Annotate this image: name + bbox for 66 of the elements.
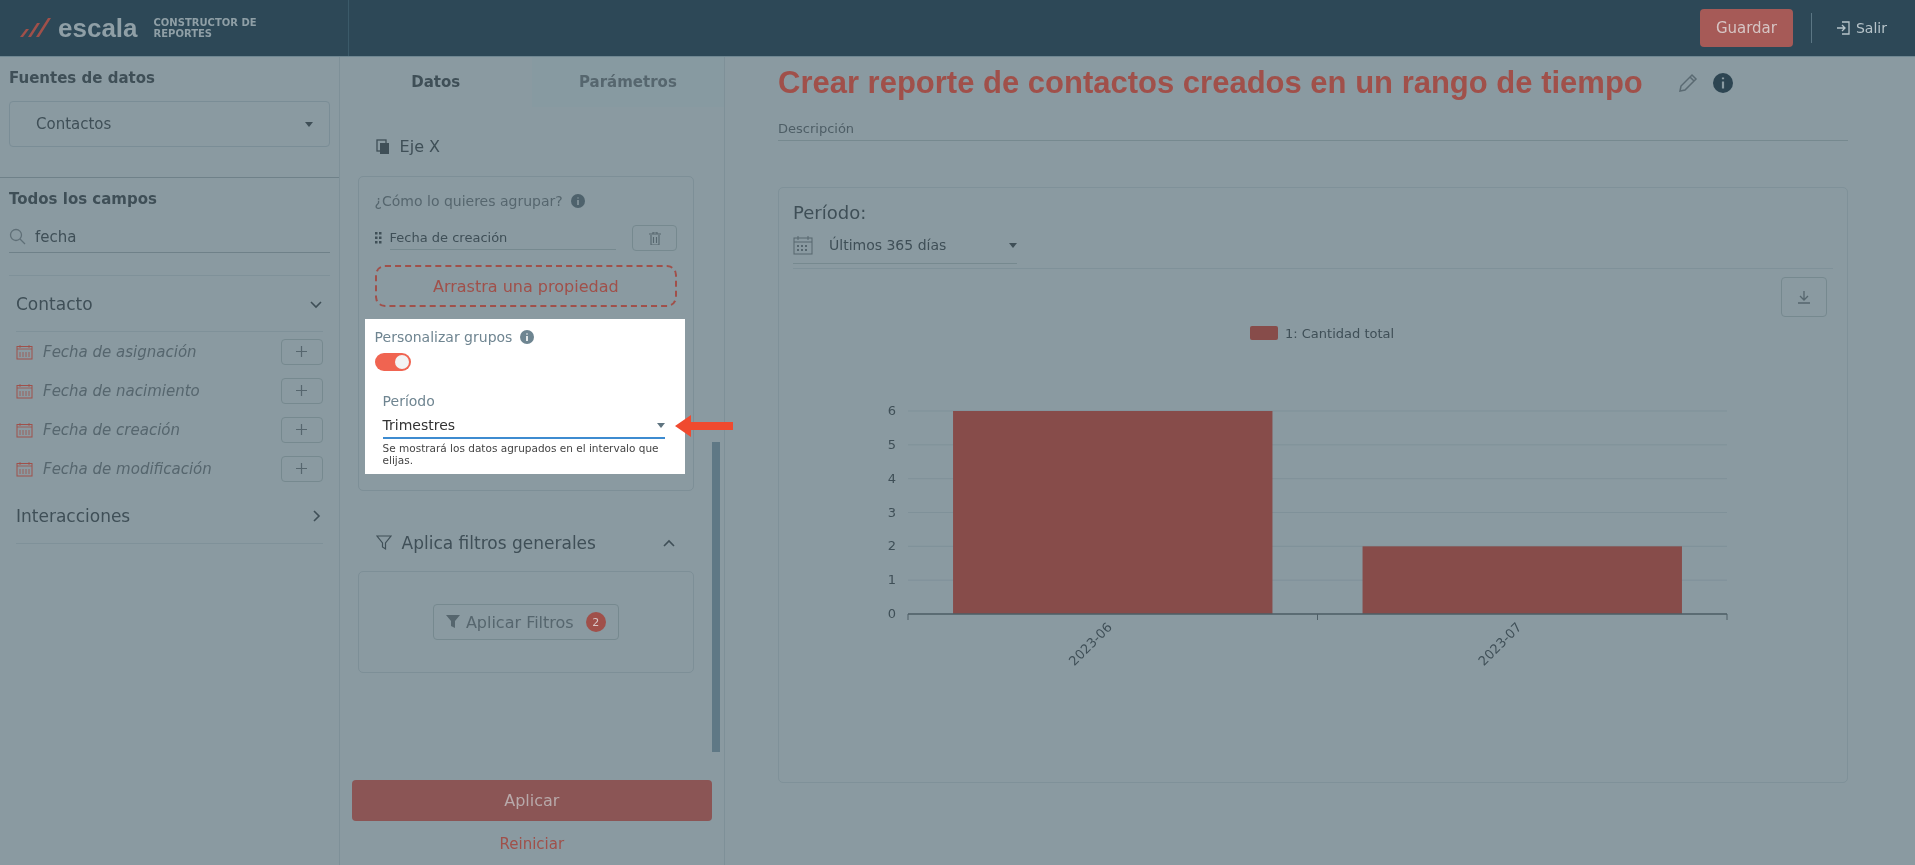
copy-icon — [375, 138, 390, 155]
pointer-arrow-icon — [675, 415, 733, 437]
add-field-button[interactable] — [280, 338, 323, 365]
plus-icon — [296, 424, 308, 435]
legend-label: 1: Cantidad total — [1285, 326, 1395, 341]
hint-text: Se mostrará los datos agrupados en el intervalo que elijas. — [382, 442, 660, 466]
y-tick-label: 5 — [887, 436, 896, 452]
period-label: Período: — [793, 202, 868, 223]
add-field-button[interactable] — [280, 455, 323, 482]
section-title: Aplica filtros generales — [401, 533, 596, 553]
section-title: Fuentes de datos — [9, 69, 156, 87]
customize-label: Personalizar grupos — [374, 329, 513, 345]
download-icon — [1797, 290, 1811, 304]
period-select[interactable]: Últimos 365 días — [793, 227, 1017, 264]
search-field[interactable]: fecha — [9, 222, 330, 253]
caret-icon — [304, 121, 313, 127]
period-select[interactable]: Período Trimestres — [382, 393, 665, 439]
bars-logo-icon — [18, 17, 52, 39]
drag-handle-icon — [374, 232, 382, 244]
calendar-icon — [16, 460, 33, 477]
report-title: Crear reporte de contactos creados en un rango de tiempo — [778, 65, 1643, 101]
group-header[interactable]: Interacciones — [16, 488, 323, 544]
description-field[interactable]: Descripción — [778, 121, 1848, 141]
save-button[interactable]: Guardar — [1699, 9, 1793, 47]
data-source-select[interactable]: Contactos — [9, 101, 330, 147]
add-field-button[interactable] — [280, 416, 323, 443]
filter-icon — [445, 615, 460, 629]
group-field: Fecha de creación — [389, 226, 616, 250]
pencil-icon[interactable] — [1676, 72, 1699, 94]
plus-icon — [296, 463, 308, 474]
caret-icon — [1009, 242, 1017, 248]
info-icon[interactable] — [1712, 73, 1733, 93]
add-field-button[interactable] — [280, 377, 323, 404]
scrollbar-thumb[interactable] — [712, 442, 720, 752]
filter-icon — [375, 535, 392, 551]
apply-button[interactable]: Aplicar — [351, 780, 712, 821]
y-tick-label: 0 — [887, 606, 896, 621]
group-header[interactable]: Contacto — [16, 276, 323, 332]
y-tick-label: 2 — [887, 538, 896, 554]
calendar-icon — [16, 421, 33, 438]
info-icon — [520, 330, 535, 344]
info-icon — [570, 194, 585, 208]
count-badge: 2 — [585, 612, 606, 632]
plus-icon — [296, 346, 308, 357]
logo-subtitle: CONSTRUCTOR DE REPORTES — [153, 17, 258, 39]
delete-button[interactable] — [632, 225, 677, 251]
y-tick-label: 6 — [887, 403, 896, 418]
calendar-icon — [16, 343, 33, 360]
reset-button[interactable]: Reiniciar — [493, 829, 571, 859]
trash-icon — [648, 231, 661, 245]
exit-button[interactable]: Salir — [1830, 14, 1893, 42]
toggle-switch[interactable] — [374, 353, 411, 371]
calendar-icon — [793, 235, 813, 255]
drop-zone[interactable]: Arrastra una propiedad — [374, 265, 677, 307]
exit-icon — [1836, 21, 1850, 35]
caret-icon — [657, 422, 665, 428]
logo-text: escala — [58, 12, 138, 44]
y-tick-label: 4 — [887, 470, 896, 486]
axis-title: Eje X — [399, 137, 441, 156]
plus-icon — [296, 385, 308, 396]
y-tick-label: 1 — [887, 572, 896, 588]
calendar-icon — [16, 382, 33, 399]
y-tick-label: 3 — [887, 504, 896, 520]
download-button[interactable] — [1781, 277, 1827, 317]
section-title: Todos los campos — [9, 190, 158, 208]
search-icon — [9, 228, 27, 246]
